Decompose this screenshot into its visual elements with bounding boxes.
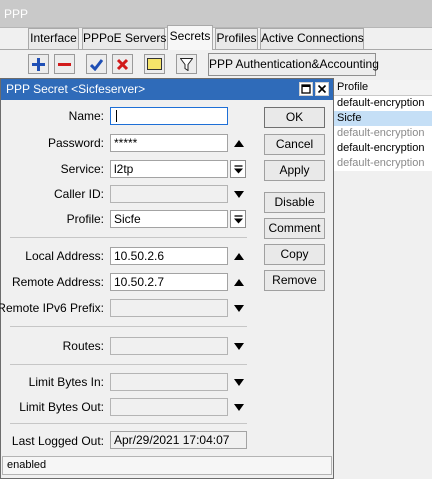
profile-label: Profile:	[66, 212, 104, 226]
routes-label: Routes:	[62, 339, 104, 353]
remote-ipv6-prefix-toggle[interactable]	[232, 300, 246, 316]
limit-bytes-in-label: Limit Bytes In:	[28, 375, 104, 389]
limit-bytes-in-toggle[interactable]	[232, 374, 246, 390]
check-icon	[90, 58, 103, 71]
ppp-auth-accounting-button[interactable]: PPP Authentication&Accounting	[208, 53, 379, 76]
ppp-window-title: PPP	[0, 0, 432, 28]
plus-icon	[32, 57, 45, 71]
limit-bytes-out-label: Limit Bytes Out:	[19, 400, 104, 414]
maximize-button[interactable]	[299, 82, 313, 96]
remove-toolbar-button[interactable]	[54, 54, 75, 74]
note-icon	[147, 58, 162, 70]
maximize-icon	[301, 84, 311, 94]
remote-address-toggle[interactable]	[232, 274, 246, 290]
separator	[10, 423, 247, 424]
last-logged-out-value: Apr/29/2021 17:04:07	[110, 431, 247, 449]
dropdown-icon	[233, 164, 243, 173]
password-label: Password:	[47, 136, 104, 150]
dialog-title: PPP Secret <Sicfeserver>	[1, 79, 333, 100]
filter-button[interactable]	[176, 54, 197, 74]
caller-id-label: Caller ID:	[53, 187, 104, 201]
list-item[interactable]: default-encryption	[334, 126, 432, 141]
list-item-selected[interactable]: Sicfe	[334, 111, 432, 126]
x-icon	[116, 58, 129, 70]
remove-button[interactable]: Remove	[264, 270, 325, 291]
separator	[10, 364, 247, 365]
name-field[interactable]	[110, 107, 228, 125]
service-label: Service:	[60, 162, 104, 176]
password-field[interactable]: *****	[110, 134, 228, 152]
close-icon	[317, 84, 327, 94]
triangle-up-icon	[234, 252, 244, 260]
service-select[interactable]: l2tp	[110, 160, 228, 178]
tab-pppoe-servers[interactable]: PPPoE Servers	[82, 28, 166, 49]
cancel-button[interactable]: Cancel	[264, 134, 325, 155]
limit-bytes-out-toggle[interactable]	[232, 399, 246, 415]
limit-bytes-in-field[interactable]	[110, 373, 228, 391]
triangle-down-icon	[234, 190, 244, 198]
secrets-list: Profile default-encryption Sicfe default…	[334, 80, 432, 171]
separator	[10, 326, 247, 327]
service-dropdown-button[interactable]	[230, 160, 246, 178]
tab-bar: Interface PPPoE Servers Secrets Profiles…	[0, 25, 432, 50]
triangle-down-icon	[234, 378, 244, 386]
dropdown-icon	[233, 214, 243, 223]
tab-secrets[interactable]: Secrets	[167, 25, 213, 50]
comment-toolbar-button[interactable]	[144, 54, 165, 74]
apply-button[interactable]: Apply	[264, 160, 325, 181]
tab-interface[interactable]: Interface	[28, 28, 79, 49]
text-cursor	[116, 110, 117, 122]
list-item[interactable]: default-encryption	[334, 156, 432, 171]
status-bar: enabled	[2, 456, 332, 475]
comment-button[interactable]: Comment	[264, 218, 325, 239]
password-toggle[interactable]	[232, 135, 246, 151]
remote-address-field[interactable]: 10.50.2.7	[110, 273, 228, 291]
profile-select[interactable]: Sicfe	[110, 210, 228, 228]
triangle-down-icon	[234, 304, 244, 312]
triangle-up-icon	[234, 139, 244, 147]
ppp-secret-dialog: PPP Secret <Sicfeserver> Name: Password:…	[0, 78, 334, 479]
disable-button[interactable]: Disable	[264, 192, 325, 213]
ok-button[interactable]: OK	[264, 107, 325, 128]
local-address-field[interactable]: 10.50.2.6	[110, 247, 228, 265]
last-logged-out-label: Last Logged Out:	[11, 434, 104, 448]
list-item[interactable]: default-encryption	[334, 141, 432, 156]
copy-button[interactable]: Copy	[264, 244, 325, 265]
close-button[interactable]	[315, 82, 329, 96]
minus-icon	[58, 62, 71, 66]
separator	[10, 237, 247, 238]
caller-id-toggle[interactable]	[232, 186, 246, 202]
limit-bytes-out-field[interactable]	[110, 398, 228, 416]
tab-active-connections[interactable]: Active Connections	[260, 28, 364, 49]
filter-icon	[180, 57, 193, 71]
tab-profiles[interactable]: Profiles	[215, 28, 258, 49]
triangle-down-icon	[234, 403, 244, 411]
add-button[interactable]	[28, 54, 49, 74]
routes-field[interactable]	[110, 337, 228, 355]
triangle-up-icon	[234, 278, 244, 286]
remote-ipv6-prefix-label: Remote IPv6 Prefix:	[0, 301, 104, 315]
disable-toolbar-button[interactable]	[112, 54, 133, 74]
profile-dropdown-button[interactable]	[230, 210, 246, 228]
routes-toggle[interactable]	[232, 338, 246, 354]
enable-button[interactable]	[86, 54, 107, 74]
local-address-toggle[interactable]	[232, 248, 246, 264]
triangle-down-icon	[234, 342, 244, 350]
column-header-profile[interactable]: Profile	[334, 80, 432, 96]
name-label: Name:	[68, 109, 104, 123]
caller-id-field[interactable]	[110, 185, 228, 203]
local-address-label: Local Address:	[25, 249, 104, 263]
list-item[interactable]: default-encryption	[334, 96, 432, 111]
remote-ipv6-prefix-field[interactable]	[110, 299, 228, 317]
remote-address-label: Remote Address:	[11, 275, 104, 289]
